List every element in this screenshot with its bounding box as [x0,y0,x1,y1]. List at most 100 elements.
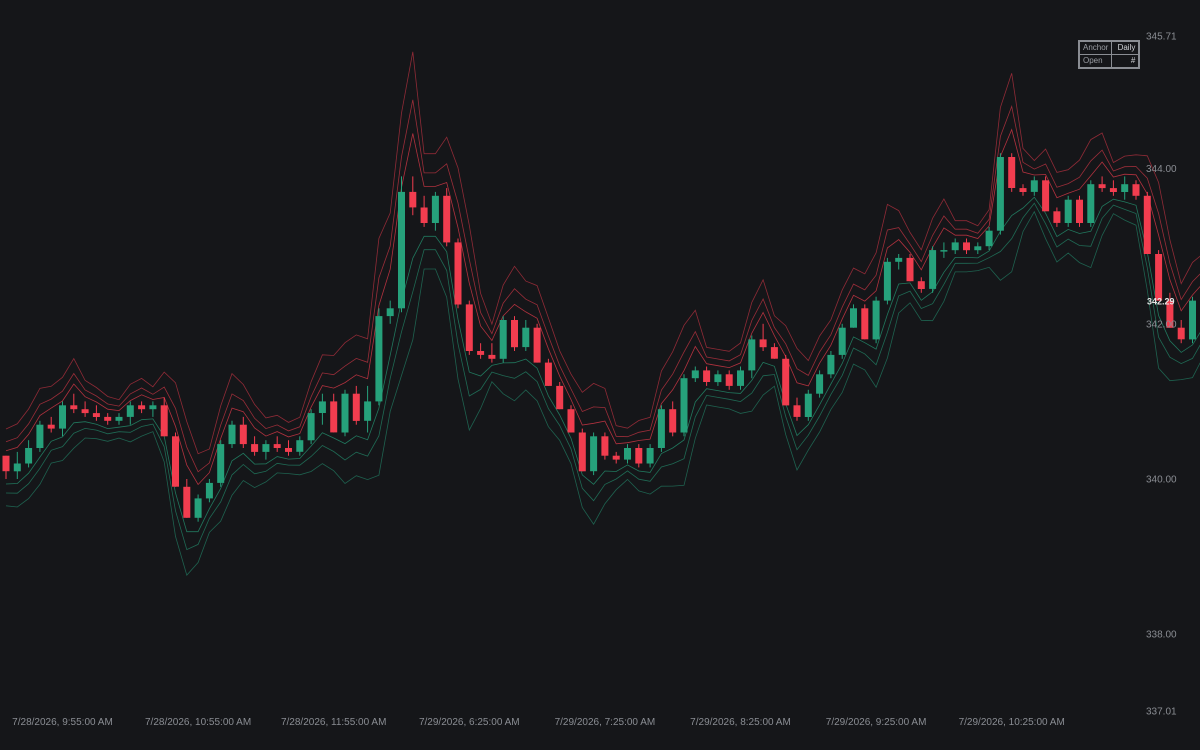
last-price-label: 342.29 [1147,296,1175,306]
candle-body [996,157,1004,231]
candle-body [850,308,857,328]
candle-body [590,436,598,472]
candle-body [92,413,100,417]
candle-body [239,424,247,445]
candle [996,153,1004,235]
candle-body [36,424,44,448]
candle [172,432,179,487]
candle [465,300,473,355]
candle-body [70,405,78,410]
candle-body [183,486,191,518]
candle-body [906,257,914,282]
candle-body [861,308,869,340]
candle [1042,176,1050,212]
candle-body [883,261,891,301]
candle-body [228,424,236,445]
candle-body [1177,327,1185,340]
candle-body [838,327,846,355]
candle [861,304,869,340]
candle-body [1053,211,1061,223]
candle [1064,195,1072,227]
candle-body [827,354,835,375]
y-tick-label: 338.00 [1146,630,1177,641]
candle-body [567,409,575,433]
candle [511,316,518,351]
candle-body [499,320,507,359]
candle [454,238,462,309]
candle-body [443,195,451,243]
candle-body [703,370,711,382]
candle-body [409,191,417,208]
candle-body [635,448,643,464]
candle [872,296,880,344]
candle-body [691,370,699,379]
candle-body [816,374,824,394]
candle [499,316,507,363]
x-tick-label: 7/28/2026, 11:55:00 AM [281,717,386,728]
candle-body [872,300,880,340]
candle-body [307,413,315,441]
y-tick-label: 337.01 [1146,707,1177,718]
candle [657,405,665,452]
candle [929,246,937,293]
price-chart[interactable]: 345.71 344.00 342.00 340.00 338.00 337.01 342.… [0,0,1200,750]
candle [307,409,315,445]
candle-body [477,351,485,355]
candle [601,432,609,460]
candle-body [974,246,982,251]
candle-body [1042,180,1050,212]
candle-body [646,448,654,464]
legend-row-open: Open # [1078,54,1140,68]
candle-body [352,393,360,421]
x-tick-label: 7/28/2026, 10:55:00 AM [145,717,251,728]
candle-body [454,242,462,305]
candle-body [285,448,292,452]
candle [533,323,541,363]
candle [816,370,824,398]
y-tick-label: 344.00 [1146,164,1177,175]
x-tick-label: 7/29/2026, 10:25:00 AM [959,717,1065,728]
candle [556,382,564,410]
candle-body [47,424,55,429]
candle-body [420,207,428,223]
candle-body [578,432,586,472]
candle-body [1019,188,1027,192]
candle-body [951,242,959,251]
candle-body [895,257,903,262]
candle-body [556,385,564,410]
candle-body [398,191,405,309]
candle-body [160,405,168,437]
legend-value[interactable]: Daily [1111,41,1140,55]
candle [883,257,891,305]
candle-body [657,409,665,448]
candle-body [737,370,744,386]
candle-body [194,498,202,518]
candle-body [217,444,225,483]
candle-body [759,339,767,348]
candle-body [533,327,541,363]
candle [804,389,812,421]
candle [838,323,846,359]
candle-body [465,304,473,351]
candle-body [544,362,552,386]
candle-body [680,378,688,433]
candle [827,351,835,379]
candle-body [1087,184,1095,223]
candle-body [1098,184,1106,189]
candle-body [522,327,530,348]
candle-body [386,308,394,317]
candle-body [714,374,722,383]
candle [1076,195,1083,227]
y-tick-label: 342.00 [1146,319,1177,330]
candle [217,440,225,487]
candle [341,389,349,437]
x-tick-label: 7/29/2026, 7:25:00 AM [555,717,656,728]
candle [194,494,202,522]
candle-body [793,405,801,417]
candle-body [612,455,620,460]
candle-body [804,393,812,417]
candle-body [251,444,259,452]
legend-value[interactable]: # [1111,54,1140,68]
candle-body [81,409,89,414]
candle-body [1008,157,1016,188]
